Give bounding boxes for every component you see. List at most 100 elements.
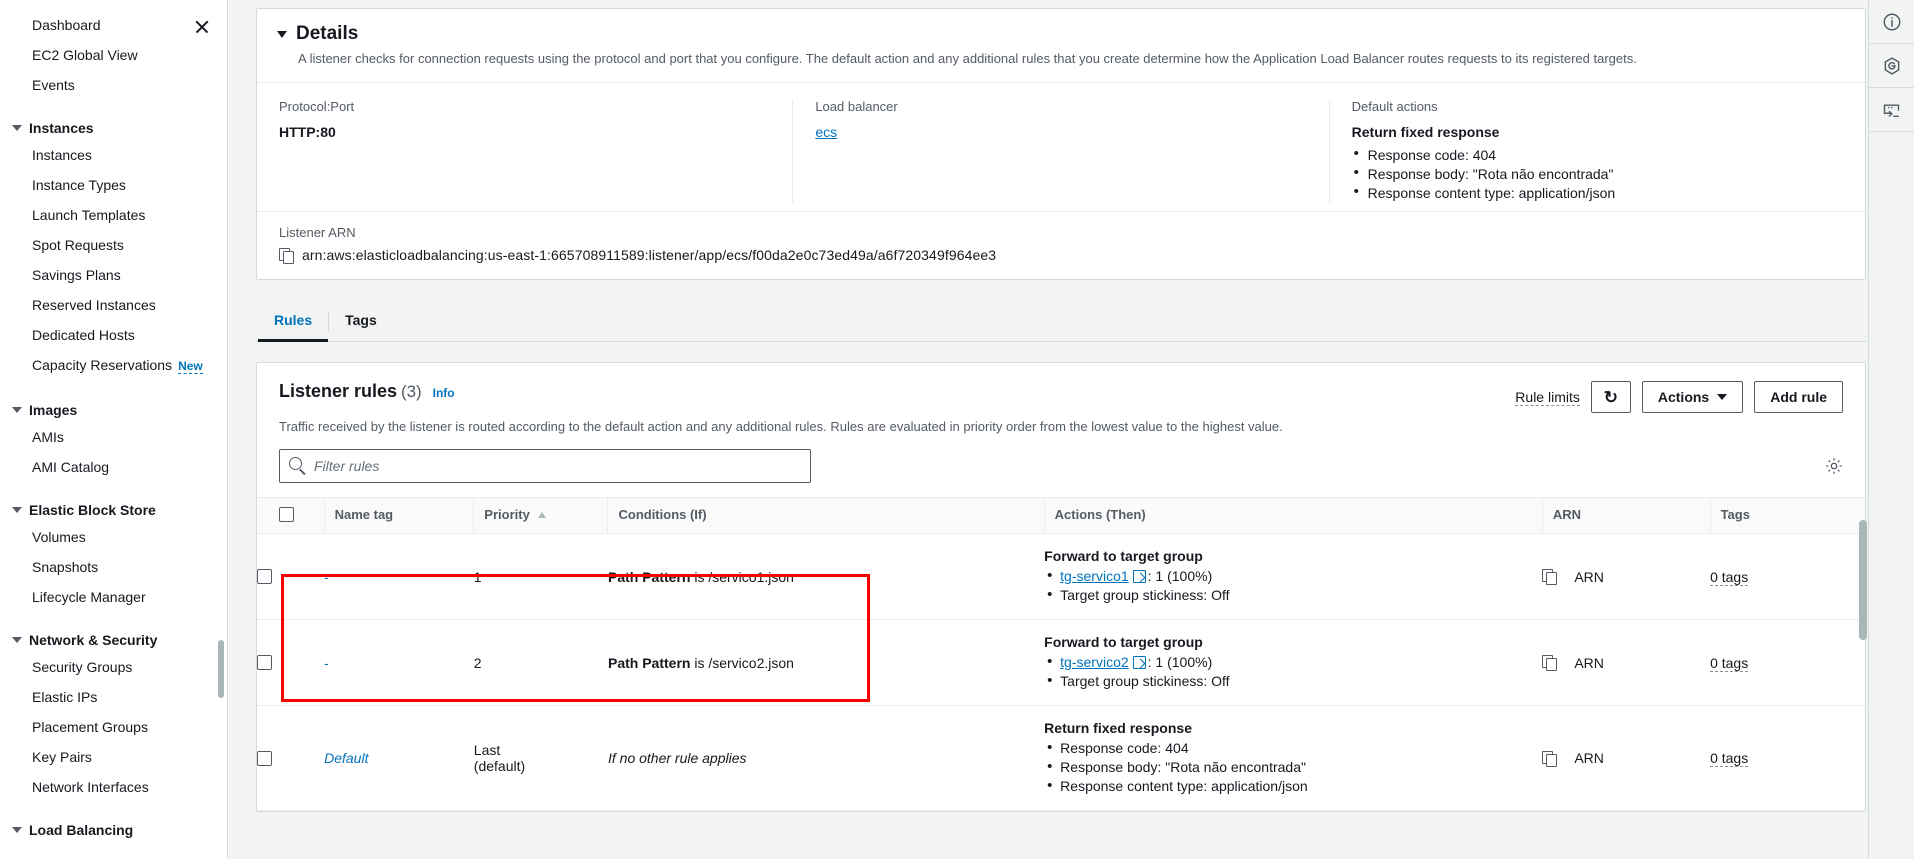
action-item: Response content type: application/json	[1044, 776, 1542, 796]
sidebar-item-elastic-ips[interactable]: Elastic IPs	[0, 682, 227, 712]
info-link[interactable]: Info	[433, 386, 455, 400]
table-row-default[interactable]: Default Last (default) If no other rule …	[257, 705, 1865, 811]
refresh-button[interactable]: ↻	[1590, 381, 1631, 413]
default-action-item: Response content type: application/json	[1352, 183, 1843, 202]
sidebar-item-key-pairs[interactable]: Key Pairs	[0, 742, 227, 772]
sidebar-item-launch-templates[interactable]: Launch Templates	[0, 200, 227, 230]
tab-rules[interactable]: Rules	[258, 302, 329, 342]
target-group-link[interactable]: tg-servico2	[1060, 654, 1128, 670]
column-header-actions[interactable]: Actions (Then)	[1043, 497, 1543, 534]
listener-rules-count: (3)	[400, 382, 422, 401]
copy-icon[interactable]	[279, 247, 294, 264]
arn-label: ARN	[1574, 568, 1604, 585]
search-input[interactable]	[279, 449, 811, 483]
condition-text: If no other rule applies	[607, 750, 747, 766]
info-circle-icon[interactable]	[1868, 0, 1914, 44]
row-checkbox[interactable]	[257, 655, 272, 670]
tags-link[interactable]: 0 tags	[1710, 750, 1749, 767]
sidebar-group-header-ebs[interactable]: Elastic Block Store	[0, 498, 227, 522]
row-priority: 2	[473, 619, 608, 706]
arn-copy-cell[interactable]: ARN	[1542, 655, 1710, 671]
column-header-conditions[interactable]: Conditions (If)	[607, 497, 1045, 534]
tags-link[interactable]: 0 tags	[1710, 654, 1749, 672]
sidebar-item-events[interactable]: Events	[0, 70, 191, 100]
sidebar-item-dedicated-hosts[interactable]: Dedicated Hosts	[0, 320, 227, 350]
sidebar-item-lifecycle-manager[interactable]: Lifecycle Manager	[0, 582, 227, 612]
load-balancer-link[interactable]: ecs	[815, 124, 1306, 140]
sidebar-item-reserved-instances[interactable]: Reserved Instances	[0, 290, 227, 320]
add-rule-button[interactable]: Add rule	[1754, 381, 1843, 413]
row-tags: 0 tags	[1710, 619, 1865, 706]
cloudshell-icon[interactable]	[1868, 88, 1914, 132]
sidebar-item-amis[interactable]: AMIs	[0, 422, 227, 452]
gear-icon[interactable]	[1825, 457, 1843, 475]
sidebar-item-capacity-reservations[interactable]: Capacity Reservations New	[0, 350, 227, 382]
sidebar-group-label: Instances	[29, 120, 94, 136]
name-tag-link[interactable]: -	[324, 655, 329, 671]
sidebar-item-placement-groups[interactable]: Placement Groups	[0, 712, 227, 742]
column-header-priority[interactable]: Priority	[473, 497, 608, 534]
default-rule-link[interactable]: Default	[324, 750, 368, 766]
sort-ascending-icon	[537, 512, 546, 518]
condition-label: Path Pattern	[607, 654, 691, 671]
sidebar-item-ami-catalog[interactable]: AMI Catalog	[0, 452, 227, 482]
sidebar-item-ec2-global-view[interactable]: EC2 Global View	[0, 40, 191, 70]
sidebar-group-header-instances[interactable]: Instances	[0, 116, 227, 140]
column-header-arn[interactable]: ARN	[1541, 497, 1711, 534]
listener-rules-subtitle: Traffic received by the listener is rout…	[279, 419, 1283, 434]
table-row[interactable]: - 2 Path Pattern is /servico2.json Forwa…	[257, 619, 1865, 706]
details-description: A listener checks for connection request…	[298, 51, 1637, 66]
sidebar-group-header-images[interactable]: Images	[0, 398, 227, 422]
target-group-link[interactable]: tg-servico1	[1060, 568, 1128, 584]
sidebar-group-images: Images AMIs AMI Catalog	[0, 398, 227, 482]
column-header-tags[interactable]: Tags	[1709, 497, 1865, 534]
sidebar-group-header-load-balancing[interactable]: Load Balancing	[0, 818, 227, 842]
row-checkbox[interactable]	[257, 569, 272, 584]
row-name-tag: -	[324, 619, 474, 706]
chevron-down-icon[interactable]	[277, 30, 287, 38]
action-item: Response code: 404	[1044, 738, 1542, 758]
sidebar-group-elastic-block-store: Elastic Block Store Volumes Snapshots Li…	[0, 498, 227, 612]
name-tag-link[interactable]: -	[324, 569, 329, 585]
chevron-down-icon	[12, 125, 22, 131]
close-icon[interactable]	[191, 16, 213, 38]
protocol-port-value: HTTP:80	[279, 124, 336, 140]
action-heading: Forward to target group	[1044, 548, 1203, 564]
condition-label: Path Pattern	[607, 568, 691, 585]
row-checkbox-cell	[257, 533, 325, 620]
sidebar-item-dashboard[interactable]: Dashboard	[0, 10, 191, 40]
sidebar-item-security-groups[interactable]: Security Groups	[0, 652, 227, 682]
sidebar-group-label: Network & Security	[29, 632, 158, 648]
sidebar-item-network-interfaces[interactable]: Network Interfaces	[0, 772, 227, 802]
main-content: Details A listener checks for connection…	[228, 0, 1914, 859]
arn-copy-cell[interactable]: ARN	[1542, 569, 1710, 585]
external-link-icon	[1132, 656, 1146, 669]
sidebar-scrollbar[interactable]	[218, 640, 224, 698]
default-actions-label: Default actions	[1351, 99, 1438, 114]
default-actions-heading: Return fixed response	[1351, 124, 1500, 140]
sidebar-item-volumes[interactable]: Volumes	[0, 522, 227, 552]
row-tags: 0 tags	[1710, 705, 1865, 811]
rule-limits-link[interactable]: Rule limits	[1515, 389, 1580, 406]
select-all-checkbox[interactable]	[279, 507, 294, 522]
row-checkbox[interactable]	[257, 750, 272, 766]
column-header-name-tag[interactable]: Name tag	[323, 497, 474, 534]
table-row[interactable]: - 1 Path Pattern is /servico1.json Forwa…	[257, 533, 1865, 620]
sidebar-item-spot-requests[interactable]: Spot Requests	[0, 230, 227, 260]
main-scrollbar[interactable]	[1859, 520, 1867, 640]
sidebar-top: Dashboard EC2 Global View Events	[0, 10, 227, 100]
column-label: Priority	[484, 507, 530, 522]
sidebar-item-instance-types[interactable]: Instance Types	[0, 170, 227, 200]
listener-rules-table: Name tag Priority Conditions (If) Action…	[257, 497, 1865, 811]
sidebar-group-header-network-security[interactable]: Network & Security	[0, 628, 227, 652]
actions-button[interactable]: Actions	[1641, 381, 1744, 413]
shield-icon[interactable]	[1868, 44, 1914, 88]
arn-copy-cell[interactable]: ARN	[1542, 750, 1710, 767]
tags-link[interactable]: 0 tags	[1710, 568, 1749, 586]
sidebar-item-snapshots[interactable]: Snapshots	[0, 552, 227, 582]
tab-tags[interactable]: Tags	[329, 302, 393, 342]
right-rail	[1868, 0, 1914, 859]
sidebar-item-savings-plans[interactable]: Savings Plans	[0, 260, 227, 290]
protocol-port-label: Protocol:Port	[279, 99, 355, 114]
sidebar-item-instances[interactable]: Instances	[0, 140, 227, 170]
